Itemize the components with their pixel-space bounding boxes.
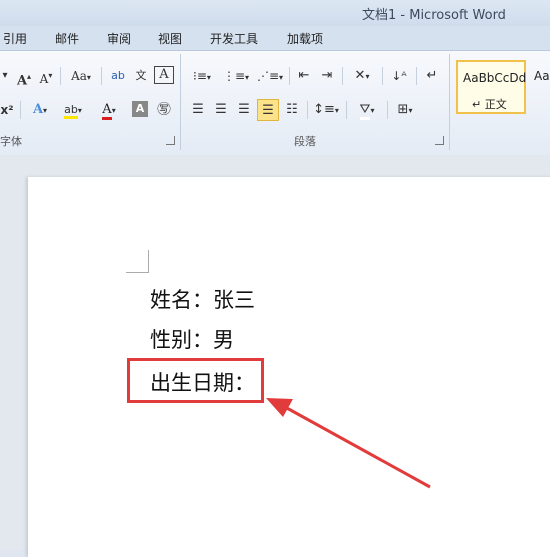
arrow-shaft xyxy=(284,405,431,489)
annotation-arrow xyxy=(266,398,431,489)
